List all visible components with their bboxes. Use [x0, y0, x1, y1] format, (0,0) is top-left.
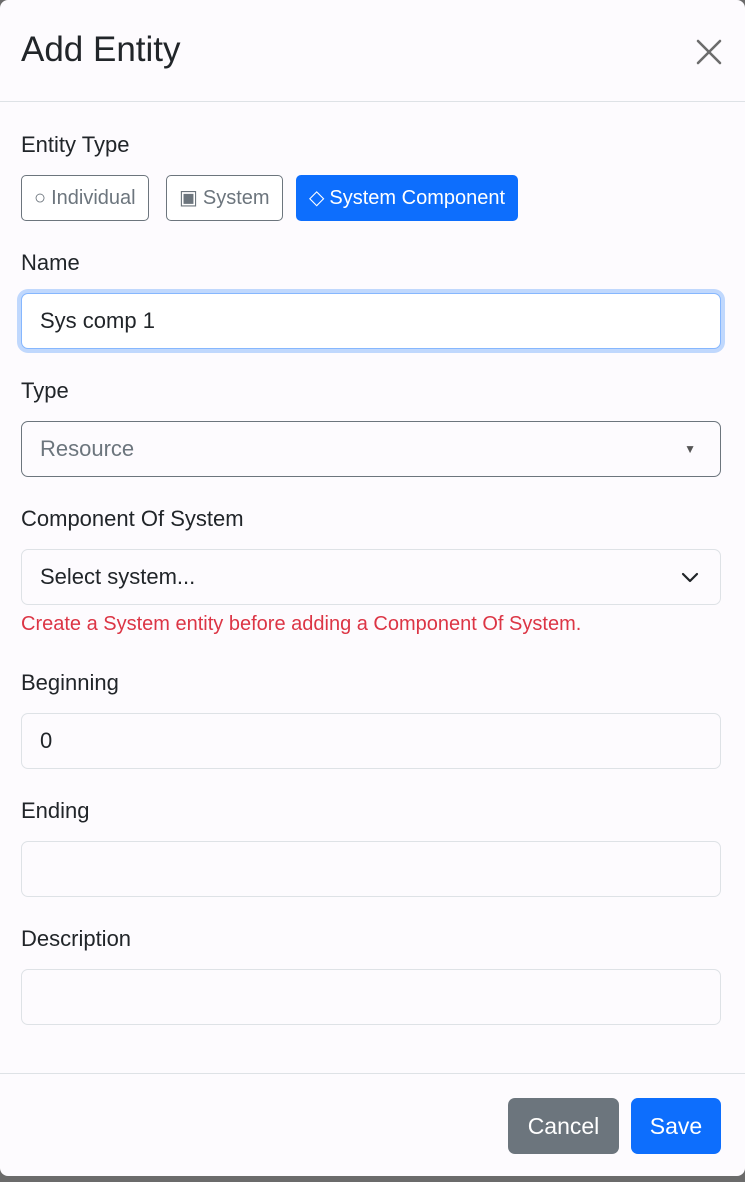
component-of-system-select[interactable]: Select system...: [21, 549, 721, 605]
ending-input[interactable]: [21, 841, 721, 897]
name-label: Name: [21, 250, 80, 275]
circle-icon: ○: [34, 187, 47, 209]
add-entity-modal: Add Entity Entity Type ○ Individual ▣ Syst…: [0, 0, 745, 1176]
entity-type-system-label: System: [202, 187, 270, 209]
modal-title: Add Entity: [21, 30, 181, 69]
description-input[interactable]: [21, 969, 721, 1025]
square-icon: ▣: [179, 187, 198, 209]
entity-type-individual-label: Individual: [51, 187, 136, 209]
diamond-icon: ◇: [309, 187, 325, 209]
name-input-value: Sys comp 1: [40, 308, 155, 333]
triangle-down-icon: ▼: [684, 442, 696, 456]
save-button[interactable]: Save: [631, 1098, 721, 1154]
entity-type-system-component-label: System Component: [329, 187, 506, 209]
beginning-input-value: 0: [40, 728, 53, 753]
beginning-label: Beginning: [21, 670, 119, 695]
chevron-down-icon: [681, 572, 699, 583]
type-select-value: Resource: [40, 436, 135, 461]
component-of-system-select-value: Select system...: [40, 564, 196, 589]
modal-header: Add Entity: [0, 0, 745, 102]
entity-type-system-component-button[interactable]: ◇ System Component: [296, 175, 519, 221]
type-label: Type: [21, 378, 69, 403]
beginning-input[interactable]: 0: [21, 713, 721, 769]
description-label: Description: [21, 926, 132, 951]
type-select[interactable]: Resource ▼: [21, 421, 721, 477]
ending-label: Ending: [21, 798, 90, 823]
name-input[interactable]: Sys comp 1: [21, 293, 721, 349]
cancel-button[interactable]: Cancel: [508, 1098, 619, 1154]
component-of-system-error: Create a System entity before adding a C…: [21, 613, 582, 635]
component-of-system-label: Component Of System: [21, 506, 244, 531]
close-icon[interactable]: [690, 33, 728, 71]
entity-type-label: Entity Type: [21, 132, 130, 157]
entity-type-system-button[interactable]: ▣ System: [166, 175, 283, 221]
entity-type-individual-button[interactable]: ○ Individual: [21, 175, 149, 221]
